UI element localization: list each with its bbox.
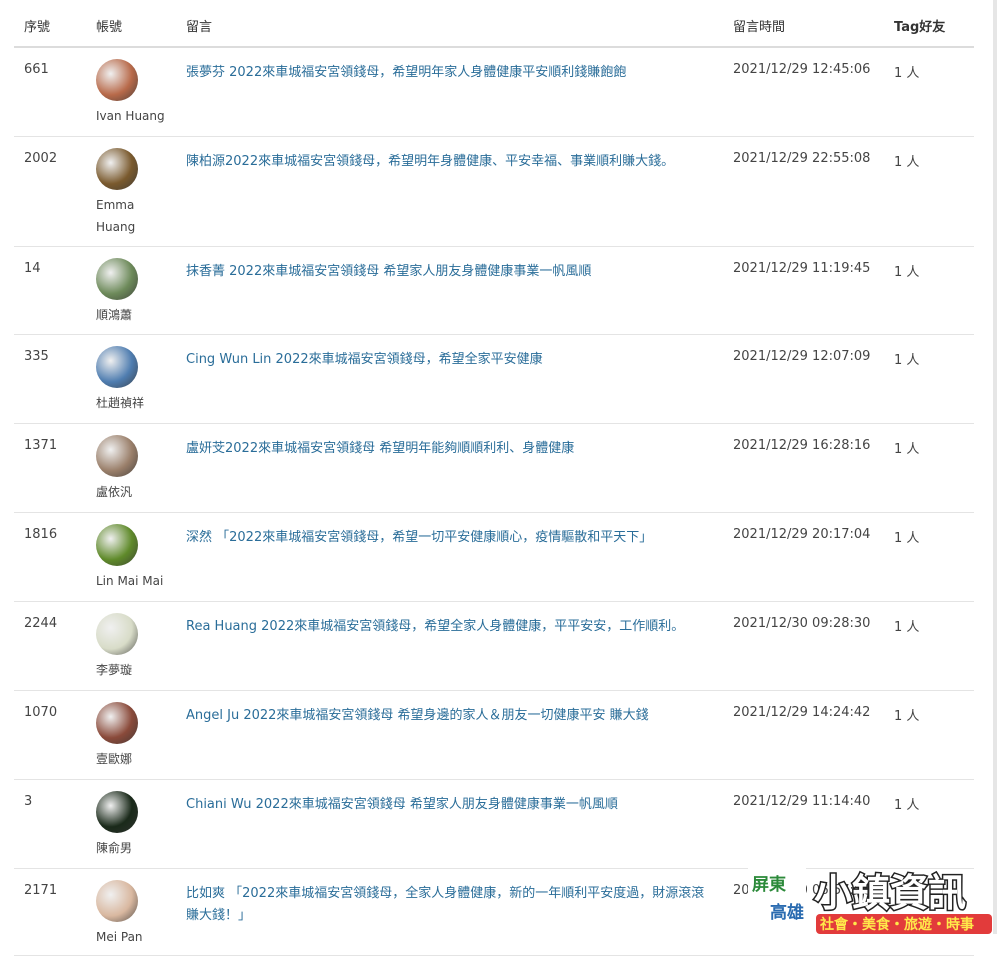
- tag-count: 1 人: [894, 66, 920, 81]
- row-id: 661: [24, 62, 49, 77]
- comment-time: 2021/12/29 11:14:40: [733, 794, 871, 809]
- row-id: 2002: [24, 151, 58, 166]
- comment-text: 比如爽 「2022來車城福安宮領錢母，全家人身體健康，新的一年順利平安度過，財源…: [186, 886, 705, 923]
- comment-text: 盧妍芠2022來車城福安宮領錢母 希望明年能夠順順利利、身體健康: [186, 441, 575, 456]
- header-account: 帳號: [96, 20, 123, 35]
- row-id: 14: [24, 261, 41, 276]
- header-tag: Tag好友: [894, 20, 946, 35]
- comment-text: Cing Wun Lin 2022來車城福安宮領錢母，希望全家平安健康: [186, 352, 543, 367]
- avatar[interactable]: [96, 702, 138, 744]
- avatar[interactable]: [96, 346, 138, 388]
- comment-text: 陳柏源2022來車城福安宮領錢母，希望明年身體健康、平安幸福、事業順利賺大錢。: [186, 154, 675, 169]
- avatar[interactable]: [96, 148, 138, 190]
- comment-time: 2021/12/29 22:55:08: [733, 151, 871, 166]
- row-id: 335: [24, 349, 49, 364]
- account-name[interactable]: Lin Mai Mai: [96, 570, 172, 592]
- comment-time: 2021/12/29 11:19:45: [733, 261, 871, 276]
- comment-time: 2021/12/29 20:17:04: [733, 527, 871, 542]
- avatar[interactable]: [96, 524, 138, 566]
- row-id: 1371: [24, 438, 58, 453]
- table-header: 序號 帳號 留言 留言時間 Tag好友: [14, 0, 974, 48]
- header-message: 留言: [186, 20, 213, 35]
- table-row: 14 順鴻蕭 抹香菁 2022來車城福安宮領錢母 希望家人朋友身體健康事業一帆風順 2…: [14, 247, 974, 335]
- tag-count: 1 人: [894, 353, 920, 368]
- account-name[interactable]: Ivan Huang: [96, 105, 172, 127]
- account-name[interactable]: Mei Pan: [96, 926, 172, 948]
- row-id: 2171: [24, 883, 58, 898]
- account-name[interactable]: 李夢璇: [96, 659, 172, 681]
- comment-text: Rea Huang 2022來車城福安宮領錢母，希望全家人身體健康，平平安安，工…: [186, 619, 685, 634]
- row-id: 1816: [24, 527, 58, 542]
- tag-count: 1 人: [894, 442, 920, 457]
- logo-side-top: 屏東: [752, 874, 786, 895]
- avatar[interactable]: [96, 435, 138, 477]
- tag-count: 1 人: [894, 709, 920, 724]
- tag-count: 1 人: [894, 798, 920, 813]
- table-row: 1371 盧依汎 盧妍芠2022來車城福安宮領錢母 希望明年能夠順順利利、身體健康 2…: [14, 424, 974, 513]
- avatar[interactable]: [96, 880, 138, 922]
- comment-text: 抹香菁 2022來車城福安宮領錢母 希望家人朋友身體健康事業一帆風順: [186, 264, 592, 279]
- table-row: 2244 李夢璇 Rea Huang 2022來車城福安宮領錢母，希望全家人身體健康…: [14, 602, 974, 691]
- row-id: 1070: [24, 705, 58, 720]
- avatar[interactable]: [96, 791, 138, 833]
- row-id: 2244: [24, 616, 58, 631]
- account-name[interactable]: 壹歐娜: [96, 748, 172, 770]
- account-name[interactable]: 順鴻蕭: [96, 304, 172, 326]
- logo-tagline: 社會・美食・旅遊・時事: [819, 916, 974, 933]
- avatar[interactable]: [96, 613, 138, 655]
- row-id: 3: [24, 794, 33, 809]
- tag-count: 1 人: [894, 265, 920, 280]
- header-id: 序號: [24, 20, 51, 35]
- comment-time: 2021/12/29 12:07:09: [733, 349, 871, 364]
- tag-count: 1 人: [894, 531, 920, 546]
- avatar[interactable]: [96, 258, 138, 300]
- avatar[interactable]: [96, 59, 138, 101]
- comment-time: 2021/12/30 09:28:30: [733, 616, 871, 631]
- comment-time: 2021/12/29 16:28:16: [733, 438, 871, 453]
- account-name[interactable]: 杜趙禎祥: [96, 392, 172, 414]
- logo-main-text: 小鎮資訊: [814, 871, 966, 915]
- table-row: 1070 壹歐娜 Angel Ju 2022來車城福安宮領錢母 希望身邊的家人＆朋友…: [14, 691, 974, 780]
- tag-count: 1 人: [894, 620, 920, 635]
- account-name[interactable]: 盧依汎: [96, 481, 172, 503]
- site-logo: 屏東 高雄 小鎮資訊 社會・美食・旅遊・時事: [748, 866, 992, 934]
- comment-text: 張夢芬 2022來車城福安宮領錢母，希望明年家人身體健康平安順利錢賺飽飽: [186, 65, 627, 80]
- header-time: 留言時間: [733, 20, 786, 35]
- scrollbar[interactable]: [993, 0, 997, 934]
- comment-text: Angel Ju 2022來車城福安宮領錢母 希望身邊的家人＆朋友一切健康平安 …: [186, 708, 649, 723]
- comments-table: 序號 帳號 留言 留言時間 Tag好友 661 Ivan Huang 張夢芬 202…: [14, 0, 974, 956]
- table-row: 2002 Emma Huang 陳柏源2022來車城福安宮領錢母，希望明年身體健康、…: [14, 137, 974, 247]
- table-row: 3 陳俞男 Chiani Wu 2022來車城福安宮領錢母 希望家人朋友身體健康事業…: [14, 780, 974, 869]
- table-row: 661 Ivan Huang 張夢芬 2022來車城福安宮領錢母，希望明年家人身體健…: [14, 48, 974, 137]
- account-name[interactable]: 陳俞男: [96, 837, 172, 859]
- comment-time: 2021/12/29 12:45:06: [733, 62, 871, 77]
- tag-count: 1 人: [894, 155, 920, 170]
- comment-time: 2021/12/29 14:24:42: [733, 705, 871, 720]
- comment-text: 深然 「2022來車城福安宮領錢母，希望一切平安健康順心，疫情驅散和平天下」: [186, 530, 653, 545]
- comment-text: Chiani Wu 2022來車城福安宮領錢母 希望家人朋友身體健康事業一帆風順: [186, 797, 618, 812]
- table-row: 335 杜趙禎祥 Cing Wun Lin 2022來車城福安宮領錢母，希望全家平安…: [14, 335, 974, 424]
- logo-side-bottom: 高雄: [770, 902, 804, 923]
- table-row: 1816 Lin Mai Mai 深然 「2022來車城福安宮領錢母，希望一切平安健…: [14, 513, 974, 602]
- account-name[interactable]: Emma Huang: [96, 194, 172, 238]
